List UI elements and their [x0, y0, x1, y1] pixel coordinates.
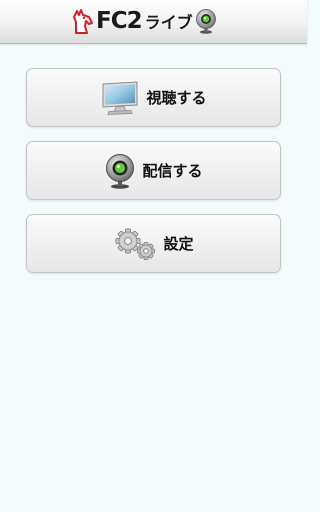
broadcast-button[interactable]: 配信する [26, 141, 281, 200]
webcam-logo-icon [195, 9, 216, 34]
app-logo: FC2 ライブ [72, 5, 217, 37]
broadcast-button-label: 配信する [142, 162, 203, 180]
watch-button[interactable]: 視聴する [26, 68, 281, 127]
monitor-icon [102, 80, 138, 115]
fc2-horse-logo-icon [73, 9, 93, 34]
app-header: FC2 ライブ [0, 0, 307, 44]
brand-name: FC2 [96, 7, 143, 34]
gears-icon [115, 228, 156, 260]
product-name: ライブ [144, 13, 193, 32]
settings-button[interactable]: 設定 [26, 214, 281, 273]
settings-button-label: 設定 [163, 235, 194, 253]
webcam-icon [106, 153, 135, 189]
watch-button-label: 視聴する [146, 89, 207, 107]
